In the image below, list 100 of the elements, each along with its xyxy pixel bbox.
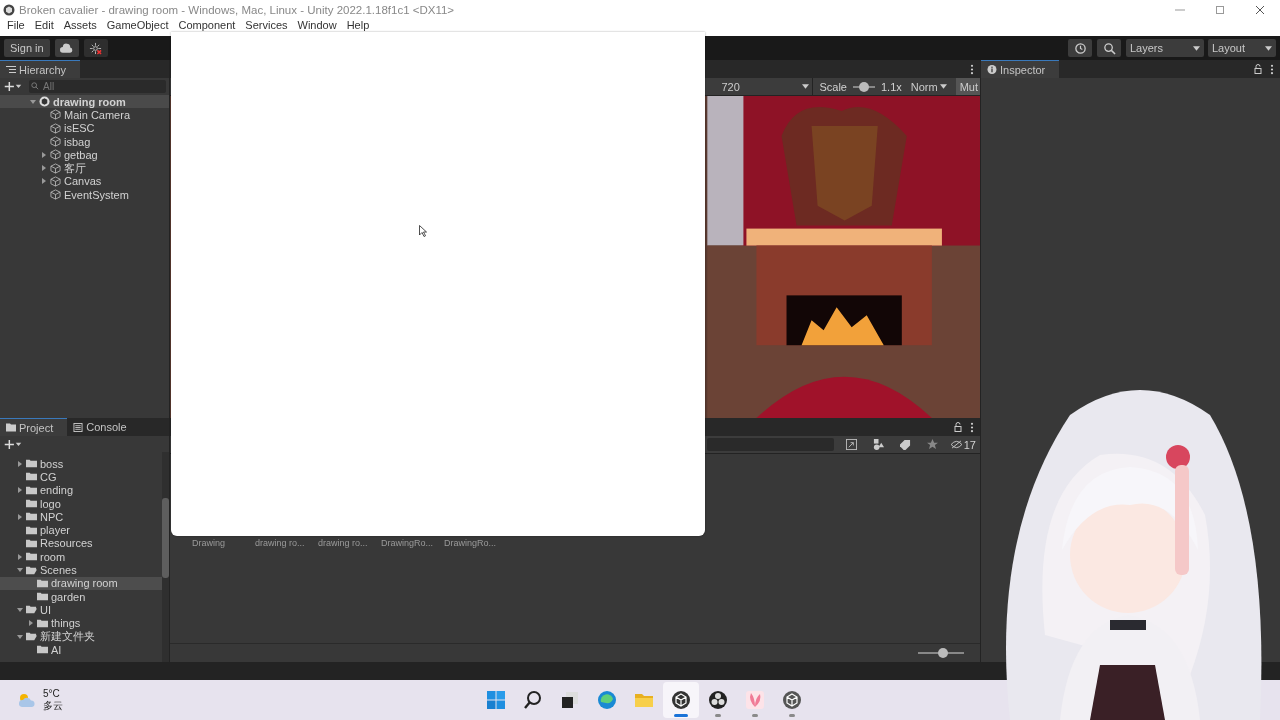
- expand-arrow-icon[interactable]: [17, 633, 23, 640]
- folder-item[interactable]: CG: [0, 470, 162, 484]
- folder-icon: [26, 551, 37, 563]
- search-window-icon[interactable]: [845, 439, 857, 450]
- menu-item[interactable]: File: [2, 20, 30, 31]
- hierarchy-item[interactable]: isESC: [0, 121, 169, 135]
- asset-label[interactable]: drawing ro...: [255, 538, 318, 548]
- more-options-icon[interactable]: [970, 421, 974, 433]
- hierarchy-item[interactable]: Canvas: [0, 174, 169, 189]
- expand-arrow-icon[interactable]: [17, 553, 23, 560]
- expand-arrow-icon[interactable]: [30, 98, 36, 105]
- folder-item[interactable]: logo: [0, 496, 162, 511]
- folder-icon: [26, 631, 37, 642]
- hierarchy-item[interactable]: drawing room: [0, 95, 169, 109]
- lock-icon[interactable]: [1254, 64, 1262, 74]
- expand-arrow-icon[interactable]: [41, 151, 47, 158]
- cube-icon: [50, 189, 61, 201]
- more-options-icon[interactable]: [970, 63, 974, 75]
- cube-app-icon: [671, 690, 691, 710]
- scroll-bar[interactable]: [162, 452, 169, 662]
- info-icon: [987, 65, 997, 74]
- folder-icon: [26, 458, 37, 470]
- hidden-count-button[interactable]: 17: [949, 438, 976, 451]
- sign-in-button[interactable]: Sign in: [4, 39, 50, 57]
- expand-arrow-icon[interactable]: [41, 165, 47, 172]
- expand-arrow-icon[interactable]: [17, 487, 23, 494]
- history-icon: [1073, 41, 1087, 55]
- resolution-dropdown[interactable]: 720: [721, 78, 814, 95]
- maximize-icon[interactable]: [1215, 5, 1225, 15]
- add-dropdown-icon[interactable]: [3, 80, 23, 92]
- inspector-tab[interactable]: Inspector: [981, 60, 1060, 78]
- search-button[interactable]: [1097, 39, 1121, 57]
- menu-item[interactable]: Services: [240, 20, 293, 31]
- folder-item[interactable]: NPC: [0, 510, 162, 524]
- folder-item[interactable]: AI: [0, 643, 162, 657]
- mute-button[interactable]: Mut: [955, 78, 980, 95]
- folder-item[interactable]: things: [0, 616, 162, 630]
- slider-thumb[interactable]: [858, 81, 869, 92]
- hierarchy-item[interactable]: 客厅: [0, 161, 169, 175]
- folder-icon: [26, 471, 37, 483]
- menu-item[interactable]: Assets: [58, 20, 102, 31]
- shapes-icon[interactable]: [872, 439, 884, 450]
- browser-icon: [597, 690, 617, 710]
- folder-item[interactable]: boss: [0, 457, 162, 471]
- recorder-icon: [708, 690, 728, 710]
- menu-item[interactable]: Edit: [29, 20, 59, 31]
- lock-icon[interactable]: [954, 422, 962, 432]
- folder-icon: [26, 604, 37, 616]
- folder-item[interactable]: UI: [0, 603, 162, 617]
- menu-item[interactable]: Help: [341, 20, 375, 31]
- cube-icon: [50, 149, 61, 161]
- cube-icon: [50, 109, 61, 121]
- hierarchy-item[interactable]: EventSystem: [0, 188, 169, 202]
- weather-text: 多云: [43, 700, 63, 712]
- expand-arrow-icon[interactable]: [41, 178, 47, 185]
- search-field[interactable]: All: [29, 79, 166, 93]
- asset-label[interactable]: DrawingRo...: [381, 538, 444, 548]
- folder-icon: [26, 484, 37, 496]
- expand-arrow-icon[interactable]: [28, 620, 34, 627]
- collab-button[interactable]: [83, 39, 108, 57]
- star-icon[interactable]: [926, 439, 938, 450]
- folder-item[interactable]: ending: [0, 483, 162, 497]
- hierarchy-item[interactable]: Main Camera: [0, 108, 169, 122]
- close-icon[interactable]: [1255, 5, 1265, 15]
- panel-tab[interactable]: Console: [67, 418, 141, 436]
- menu-item[interactable]: GameObject: [101, 20, 174, 31]
- expand-arrow-icon[interactable]: [17, 567, 23, 573]
- folder-item[interactable]: room: [0, 550, 162, 564]
- folder-item[interactable]: garden: [0, 589, 162, 604]
- menu-item[interactable]: Component: [173, 20, 241, 31]
- hierarchy-item[interactable]: isbag: [0, 134, 169, 149]
- layers-dropdown[interactable]: Layers: [1126, 39, 1204, 57]
- taskbar-app[interactable]: [663, 682, 699, 718]
- search-icon: [1102, 41, 1116, 55]
- asset-label[interactable]: DrawingRo...: [444, 538, 507, 548]
- expand-arrow-icon[interactable]: [17, 513, 23, 520]
- slider-thumb[interactable]: [938, 648, 949, 658]
- folder-item[interactable]: Scenes: [0, 563, 162, 577]
- scale-label: Scale: [819, 80, 847, 93]
- folder-item[interactable]: drawing room: [0, 576, 162, 590]
- folder-icon: [37, 617, 48, 629]
- cloud-button[interactable]: [54, 39, 79, 57]
- aspect-dropdown[interactable]: Norm: [907, 78, 950, 95]
- layout-dropdown[interactable]: Layout: [1208, 39, 1276, 57]
- folder-item[interactable]: Resources: [0, 536, 162, 551]
- expand-arrow-icon[interactable]: [17, 606, 23, 613]
- add-dropdown-icon[interactable]: [3, 438, 23, 450]
- history-button[interactable]: [1068, 39, 1092, 57]
- temperature-text: 5°C: [43, 688, 61, 700]
- hierarchy-item[interactable]: getbag: [0, 148, 169, 162]
- tag-icon[interactable]: [899, 439, 911, 450]
- hierarchy-tab[interactable]: Hierarchy: [0, 60, 81, 78]
- menu-item[interactable]: Window: [292, 20, 342, 31]
- asset-label[interactable]: Drawing: [192, 538, 255, 548]
- more-options-icon[interactable]: [1270, 63, 1274, 75]
- asset-label[interactable]: drawing ro...: [318, 538, 381, 548]
- expand-arrow-icon[interactable]: [17, 460, 23, 467]
- folder-item[interactable]: 新建文件夹: [0, 629, 162, 644]
- panel-tab[interactable]: Project: [0, 418, 68, 436]
- folder-item[interactable]: player: [0, 523, 162, 537]
